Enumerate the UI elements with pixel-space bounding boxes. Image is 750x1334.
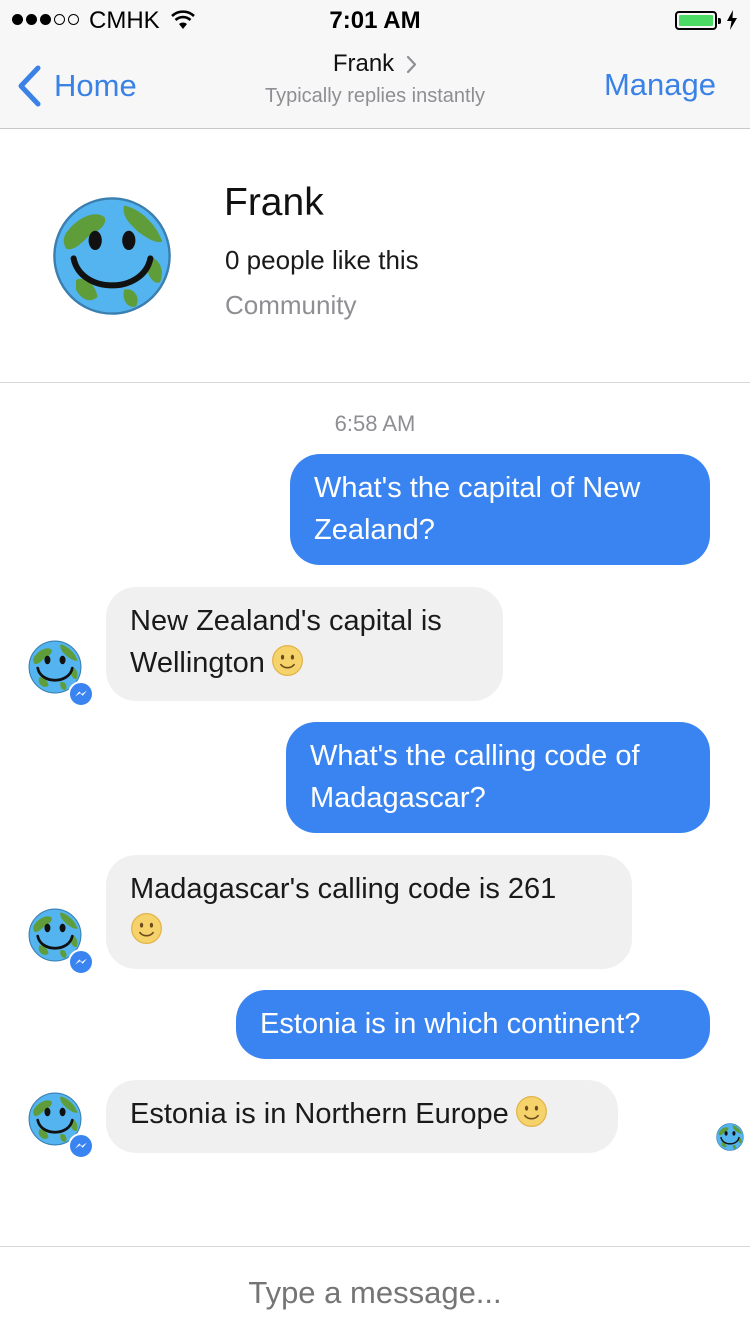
profile-category: Community xyxy=(225,290,357,320)
incoming-message-bubble[interactable]: Estonia is in Northern Europe xyxy=(106,1080,618,1153)
message-text: Estonia is in Northern Europe xyxy=(130,1098,509,1130)
smiling-globe-avatar[interactable] xyxy=(52,196,172,316)
profile-likes: 0 people like this xyxy=(225,245,419,275)
incoming-message-bubble[interactable]: Madagascar's calling code is 261 xyxy=(106,855,632,969)
messenger-badge-icon xyxy=(68,1133,94,1159)
message-composer xyxy=(0,1246,750,1334)
outgoing-message-bubble[interactable]: Estonia is in which continent? xyxy=(236,990,710,1059)
outgoing-message-bubble[interactable]: What's the capital of New Zealand? xyxy=(290,454,710,565)
status-bar: CMHK 7:01 AM xyxy=(0,0,750,40)
profile-name: Frank xyxy=(224,181,324,224)
conversation-title[interactable]: Frank xyxy=(333,50,417,78)
charging-bolt-icon xyxy=(727,10,737,30)
messenger-badge-icon xyxy=(68,949,94,975)
message-text: Estonia is in which continent? xyxy=(260,1008,641,1040)
message-text: Zealand? xyxy=(314,514,435,546)
page-profile-header: Frank 0 people like this Community xyxy=(0,129,750,383)
slightly-smiling-face-icon xyxy=(271,644,304,677)
slightly-smiling-face-icon xyxy=(130,912,163,945)
message-text: What's the capital of New xyxy=(314,472,641,504)
slightly-smiling-face-icon xyxy=(515,1095,548,1128)
read-receipt-avatar xyxy=(716,1123,744,1151)
incoming-message-bubble[interactable]: New Zealand's capital is Wellington xyxy=(106,587,503,701)
message-text: New Zealand's capital is xyxy=(130,605,442,637)
message-text: Madagascar's calling code is 261 xyxy=(130,873,557,905)
message-text: Madagascar? xyxy=(310,782,486,814)
message-text: What's the calling code of xyxy=(310,740,640,772)
conversation-title-label: Frank xyxy=(332,50,395,77)
message-input[interactable] xyxy=(0,1275,750,1311)
messenger-badge-icon xyxy=(68,681,94,707)
message-timestamp: 6:58 AM xyxy=(334,411,416,436)
manage-button[interactable]: Manage xyxy=(604,67,716,103)
message-text: Wellington xyxy=(130,647,265,679)
battery-icon xyxy=(675,11,721,30)
chevron-right-icon xyxy=(407,55,417,73)
outgoing-message-bubble[interactable]: What's the calling code of Madagascar? xyxy=(286,722,710,833)
status-time: 7:01 AM xyxy=(329,7,421,34)
navigation-bar: Home Frank Typically replies instantly M… xyxy=(0,40,750,129)
